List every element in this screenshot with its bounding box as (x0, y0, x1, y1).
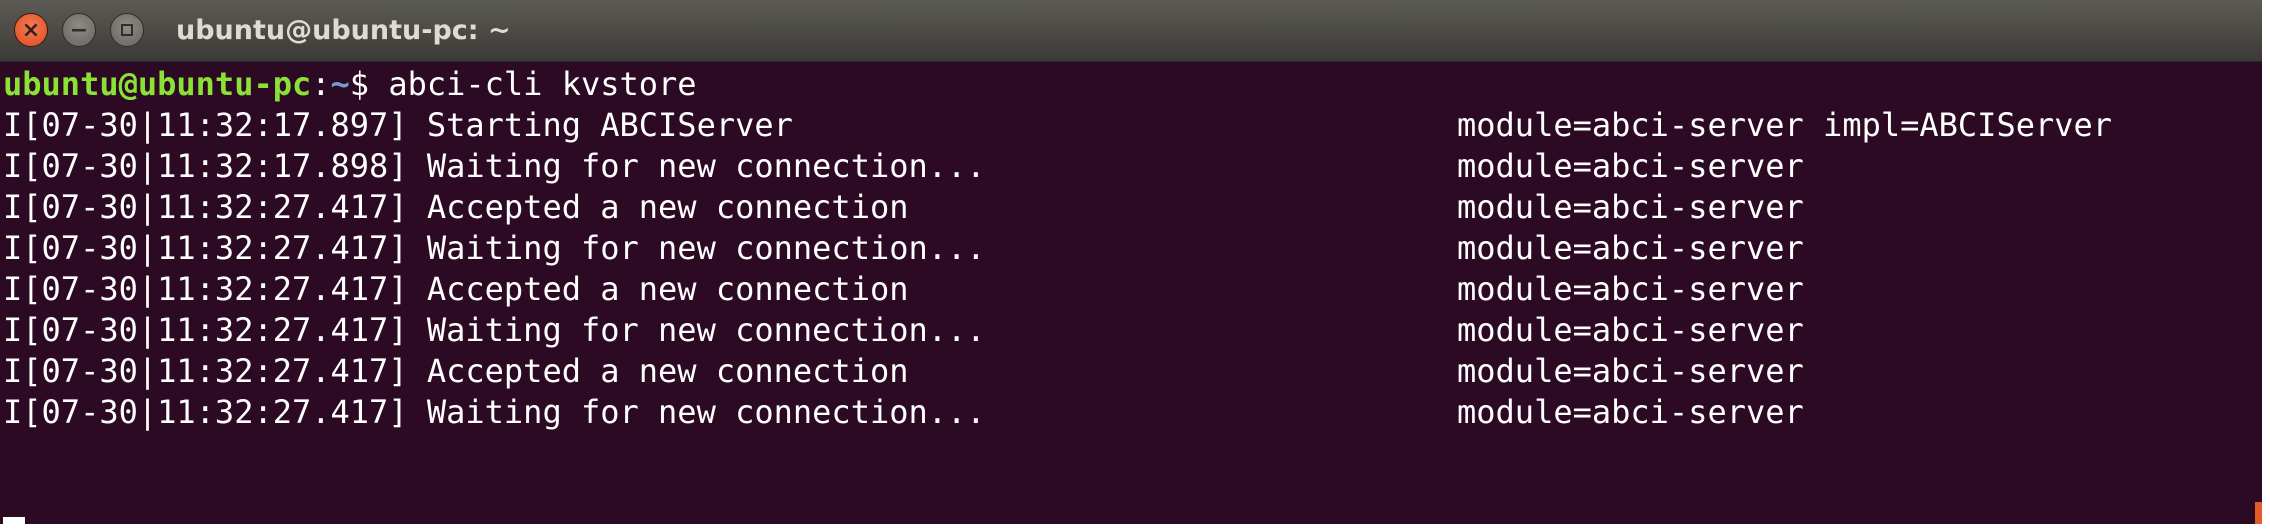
log-line: I[07-30|11:32:27.417] Waiting for new co… (3, 228, 2262, 269)
prompt-user-host: ubuntu@ubuntu-pc (3, 65, 312, 103)
log-fields: module=abci-server (1457, 352, 1804, 390)
resize-grip[interactable] (2255, 502, 2262, 524)
window-title: ubuntu@ubuntu-pc: ~ (176, 15, 511, 46)
close-button[interactable]: × (14, 13, 48, 47)
text-cursor (3, 517, 25, 524)
command-text: abci-cli kvstore (369, 65, 697, 103)
terminal-window: × − ubuntu@ubuntu-pc: ~ ubuntu@ubuntu-pc… (0, 0, 2262, 524)
log-message: I[07-30|11:32:27.417] Accepted a new con… (3, 352, 909, 390)
log-fields: module=abci-server (1457, 188, 1804, 226)
log-message: I[07-30|11:32:27.417] Waiting for new co… (3, 229, 986, 267)
prompt-path: ~ (330, 65, 350, 103)
minimize-button[interactable]: − (62, 13, 96, 47)
minimize-icon: − (69, 17, 89, 43)
log-fields: module=abci-server (1457, 393, 1804, 431)
maximize-icon (121, 24, 133, 36)
close-icon: × (21, 17, 41, 43)
prompt-line: ubuntu@ubuntu-pc:~$ abci-cli kvstore (3, 64, 2262, 105)
log-message: I[07-30|11:32:27.417] Accepted a new con… (3, 188, 909, 226)
prompt-symbol: $ (349, 65, 370, 103)
log-line: I[07-30|11:32:27.417] Accepted a new con… (3, 187, 2262, 228)
log-fields: module=abci-server (1457, 147, 1804, 185)
log-line: I[07-30|11:32:27.417] Waiting for new co… (3, 310, 2262, 351)
log-line: I[07-30|11:32:27.417] Waiting for new co… (3, 392, 2262, 433)
log-message: I[07-30|11:32:27.417] Accepted a new con… (3, 270, 909, 308)
log-line: I[07-30|11:32:27.417] Accepted a new con… (3, 269, 2262, 310)
log-line: I[07-30|11:32:17.898] Waiting for new co… (3, 146, 2262, 187)
log-message: I[07-30|11:32:27.417] Waiting for new co… (3, 393, 986, 431)
log-message: I[07-30|11:32:17.897] Starting ABCIServe… (3, 106, 793, 144)
log-fields: module=abci-server impl=ABCIServer (1457, 106, 2113, 144)
cursor-line (3, 433, 2262, 524)
log-fields: module=abci-server (1457, 311, 1804, 349)
log-message: I[07-30|11:32:17.898] Waiting for new co… (3, 147, 986, 185)
log-line: I[07-30|11:32:27.417] Accepted a new con… (3, 351, 2262, 392)
log-fields: module=abci-server (1457, 270, 1804, 308)
terminal-output[interactable]: ubuntu@ubuntu-pc:~$ abci-cli kvstore I[0… (0, 64, 2262, 524)
prompt-separator: : (311, 65, 331, 103)
title-bar[interactable]: × − ubuntu@ubuntu-pc: ~ (0, 0, 2262, 62)
log-line: I[07-30|11:32:17.897] Starting ABCIServe… (3, 105, 2262, 146)
maximize-button[interactable] (110, 13, 144, 47)
log-message: I[07-30|11:32:27.417] Waiting for new co… (3, 311, 986, 349)
log-fields: module=abci-server (1457, 229, 1804, 267)
